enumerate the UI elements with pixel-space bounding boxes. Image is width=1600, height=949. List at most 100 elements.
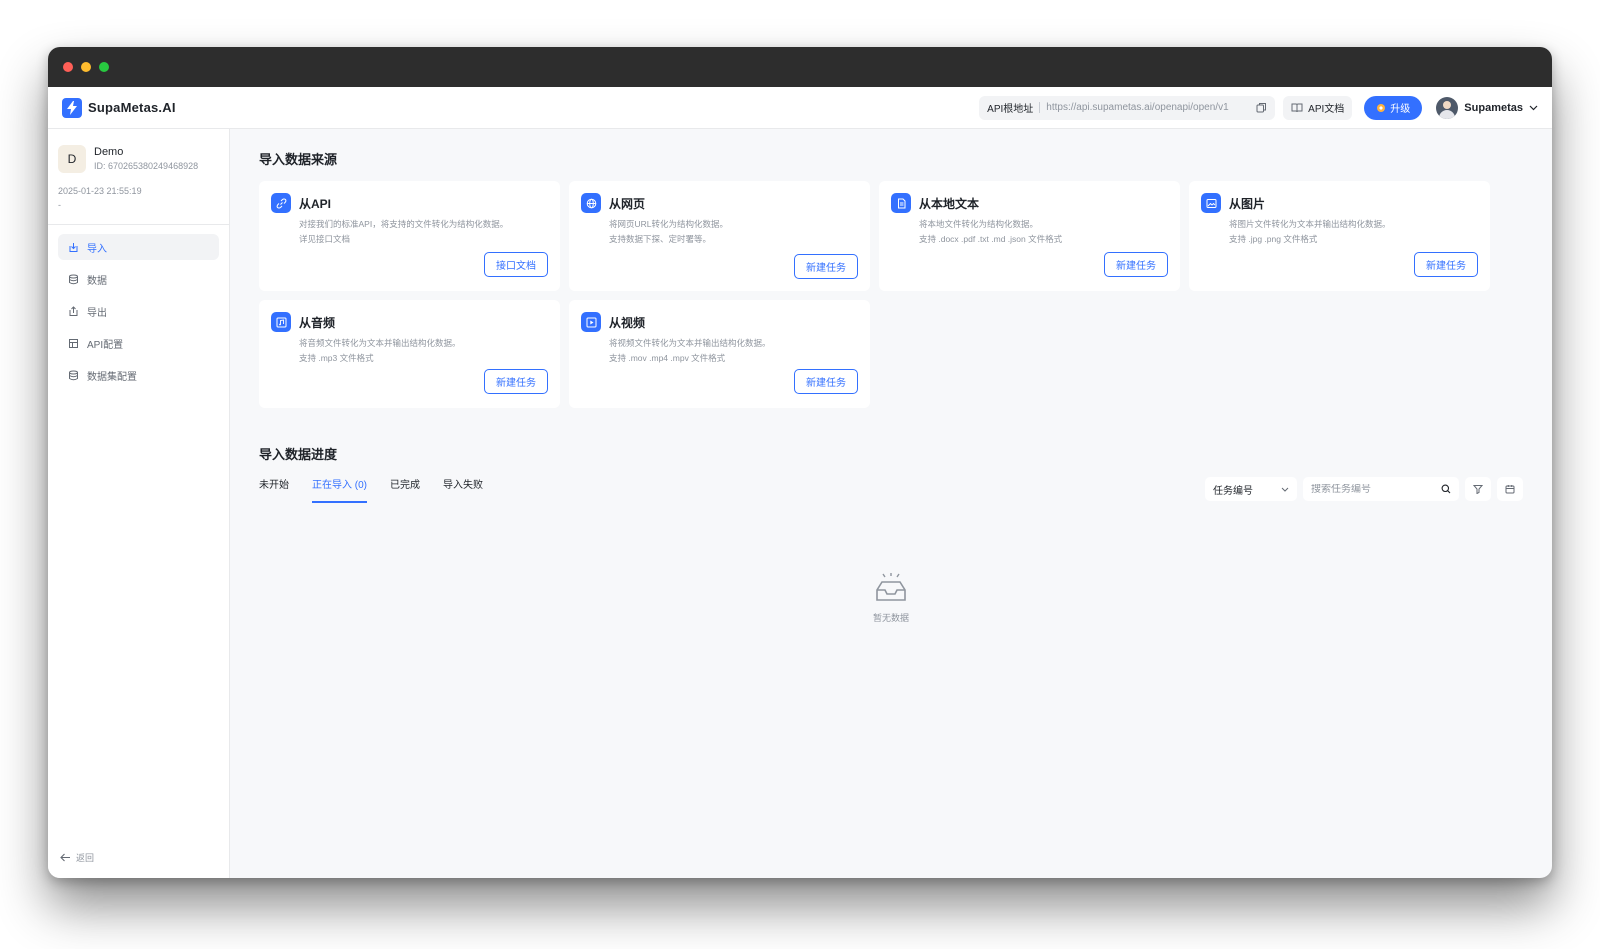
card-title: 从图片	[1229, 196, 1266, 211]
sidebar-nav: 导入 数据 导出 API配置 数据集配置	[48, 234, 229, 388]
new-task-button[interactable]: 新建任务	[1104, 252, 1168, 277]
sidebar-item-dataset-config[interactable]: 数据集配置	[58, 362, 219, 388]
maximize-window-button[interactable]	[99, 62, 109, 72]
select-value: 任务编号	[1213, 485, 1253, 497]
api-doc-card-button[interactable]: 接口文档	[484, 252, 548, 277]
dataset-config-icon	[68, 370, 79, 381]
divider	[1039, 102, 1041, 113]
project-avatar: D	[58, 145, 86, 173]
card-title: 从API	[299, 196, 332, 211]
link-icon	[271, 193, 291, 213]
top-bar: SupaMetas.AI API根地址 https://api.supameta…	[48, 87, 1552, 129]
app-window: SupaMetas.AI API根地址 https://api.supameta…	[48, 47, 1552, 878]
back-link[interactable]: 返回	[60, 851, 94, 864]
minimize-window-button[interactable]	[81, 62, 91, 72]
sidebar-item-label: 数据	[87, 275, 107, 287]
project-created-time: 2025-01-23 21:55:19	[58, 186, 142, 196]
project-name: Demo	[94, 146, 124, 158]
filter-icon	[1473, 484, 1483, 494]
avatar	[1436, 96, 1459, 119]
progress-title: 导入数据进度	[259, 447, 338, 462]
card-description: 将网页URL转化为结构化数据。 支持数据下探、定时署等。	[609, 217, 858, 247]
upgrade-button[interactable]: 升级	[1364, 95, 1423, 120]
copy-icon[interactable]	[1256, 102, 1267, 113]
source-card-local-text: 从本地文本 将本地文件转化为结构化数据。 支持 .docx .pdf .txt …	[879, 181, 1180, 291]
task-search-box	[1303, 477, 1459, 501]
window-titlebar	[48, 47, 1552, 87]
card-desc-line: 将音频文件转化为文本并输出结构化数据。	[299, 338, 461, 348]
card-desc-line: 支持 .mp3 文件格式	[299, 353, 374, 363]
brand-name: SupaMetas.AI	[88, 100, 176, 115]
card-desc-line: 将本地文件转化为结构化数据。	[919, 219, 1039, 229]
project-info: D Demo ID: 670265380249468928	[48, 129, 229, 173]
image-icon	[1201, 193, 1221, 213]
card-desc-line: 将网页URL转化为结构化数据。	[609, 219, 729, 229]
card-desc-line: 将图片文件转化为文本并输出结构化数据。	[1229, 219, 1391, 229]
chevron-down-icon	[1529, 105, 1538, 111]
database-icon	[68, 274, 79, 285]
progress-filters: 任务编号	[1205, 477, 1523, 501]
new-task-button[interactable]: 新建任务	[794, 369, 858, 394]
api-base-label: API根地址	[987, 104, 1034, 115]
upgrade-label: 升级	[1390, 104, 1411, 115]
empty-text: 暂无数据	[872, 613, 909, 623]
main-panel: 导入数据来源 从API 对接我们的标准API，将支持的文件转化为结构化数据。 详…	[230, 129, 1552, 878]
close-window-button[interactable]	[63, 62, 73, 72]
progress-toolbar: 未开始 正在导入 (0) 已完成 导入失败 任务编号	[259, 477, 1523, 507]
filter-button[interactable]	[1465, 477, 1491, 501]
source-card-video: 从视频 将视频文件转化为文本并输出结构化数据。 支持 .mov .mp4 .mp…	[569, 300, 870, 408]
empty-state: 暂无数据	[230, 573, 1552, 624]
user-name: Supametas	[1464, 101, 1523, 114]
source-cards: 从API 对接我们的标准API，将支持的文件转化为结构化数据。 详见接口文档 接…	[259, 181, 1523, 408]
sources-title: 导入数据来源	[259, 152, 338, 167]
arrow-left-icon	[60, 853, 71, 862]
api-doc-button[interactable]: API文档	[1283, 95, 1353, 120]
new-task-button[interactable]: 新建任务	[794, 254, 858, 279]
book-icon	[1291, 103, 1303, 113]
card-desc-line: 详见接口文档	[299, 234, 351, 244]
task-field-select[interactable]: 任务编号	[1205, 477, 1297, 501]
calendar-button[interactable]	[1497, 477, 1523, 501]
globe-icon	[581, 193, 601, 213]
sidebar-item-label: 数据集配置	[87, 371, 137, 383]
task-search-input[interactable]	[1311, 483, 1431, 495]
content-area: D Demo ID: 670265380249468928 2025-01-23…	[48, 129, 1552, 878]
card-description: 将音频文件转化为文本并输出结构化数据。 支持 .mp3 文件格式	[299, 336, 548, 366]
export-icon	[68, 305, 79, 317]
calendar-icon	[1505, 484, 1515, 494]
api-base-url: https://api.supametas.ai/openapi/open/v1	[1046, 102, 1229, 113]
new-task-button[interactable]: 新建任务	[484, 369, 548, 394]
rocket-icon	[1376, 103, 1386, 113]
search-icon[interactable]	[1441, 484, 1451, 494]
sidebar-item-api-config[interactable]: API配置	[58, 330, 219, 356]
api-doc-label: API文档	[1308, 104, 1345, 115]
tab-importing[interactable]: 正在导入 (0)	[312, 479, 367, 503]
tab-not-started[interactable]: 未开始	[259, 479, 289, 507]
sidebar-item-label: 导出	[87, 307, 107, 319]
header-actions: API根地址 https://api.supametas.ai/openapi/…	[979, 95, 1538, 120]
card-title: 从网页	[609, 196, 646, 211]
card-desc-line: 对接我们的标准API，将支持的文件转化为结构化数据。	[299, 219, 509, 229]
sidebar-item-label: 导入	[87, 243, 107, 255]
sidebar-item-label: API配置	[87, 339, 124, 351]
sidebar-item-data[interactable]: 数据	[58, 266, 219, 292]
card-desc-line: 支持 .mov .mp4 .mpv 文件格式	[609, 353, 726, 363]
sidebar: D Demo ID: 670265380249468928 2025-01-23…	[48, 129, 230, 878]
tab-completed[interactable]: 已完成	[390, 479, 420, 507]
progress-tabs: 未开始 正在导入 (0) 已完成 导入失败	[259, 479, 483, 507]
import-icon	[68, 242, 79, 253]
api-config-icon	[68, 338, 79, 349]
sidebar-item-import[interactable]: 导入	[58, 234, 219, 260]
new-task-button[interactable]: 新建任务	[1414, 252, 1478, 277]
divider	[48, 224, 229, 225]
tab-failed[interactable]: 导入失败	[443, 479, 483, 507]
empty-box-icon	[874, 573, 908, 603]
sidebar-item-export[interactable]: 导出	[58, 298, 219, 324]
card-desc-line: 将视频文件转化为文本并输出结构化数据。	[609, 338, 771, 348]
source-card-audio: 从音频 将音频文件转化为文本并输出结构化数据。 支持 .mp3 文件格式 新建任…	[259, 300, 560, 408]
lightning-icon	[62, 97, 82, 118]
user-menu[interactable]: Supametas	[1436, 96, 1538, 119]
brand[interactable]: SupaMetas.AI	[62, 97, 176, 118]
source-card-image: 从图片 将图片文件转化为文本并输出结构化数据。 支持 .jpg .png 文件格…	[1189, 181, 1490, 291]
card-title: 从视频	[609, 315, 646, 330]
